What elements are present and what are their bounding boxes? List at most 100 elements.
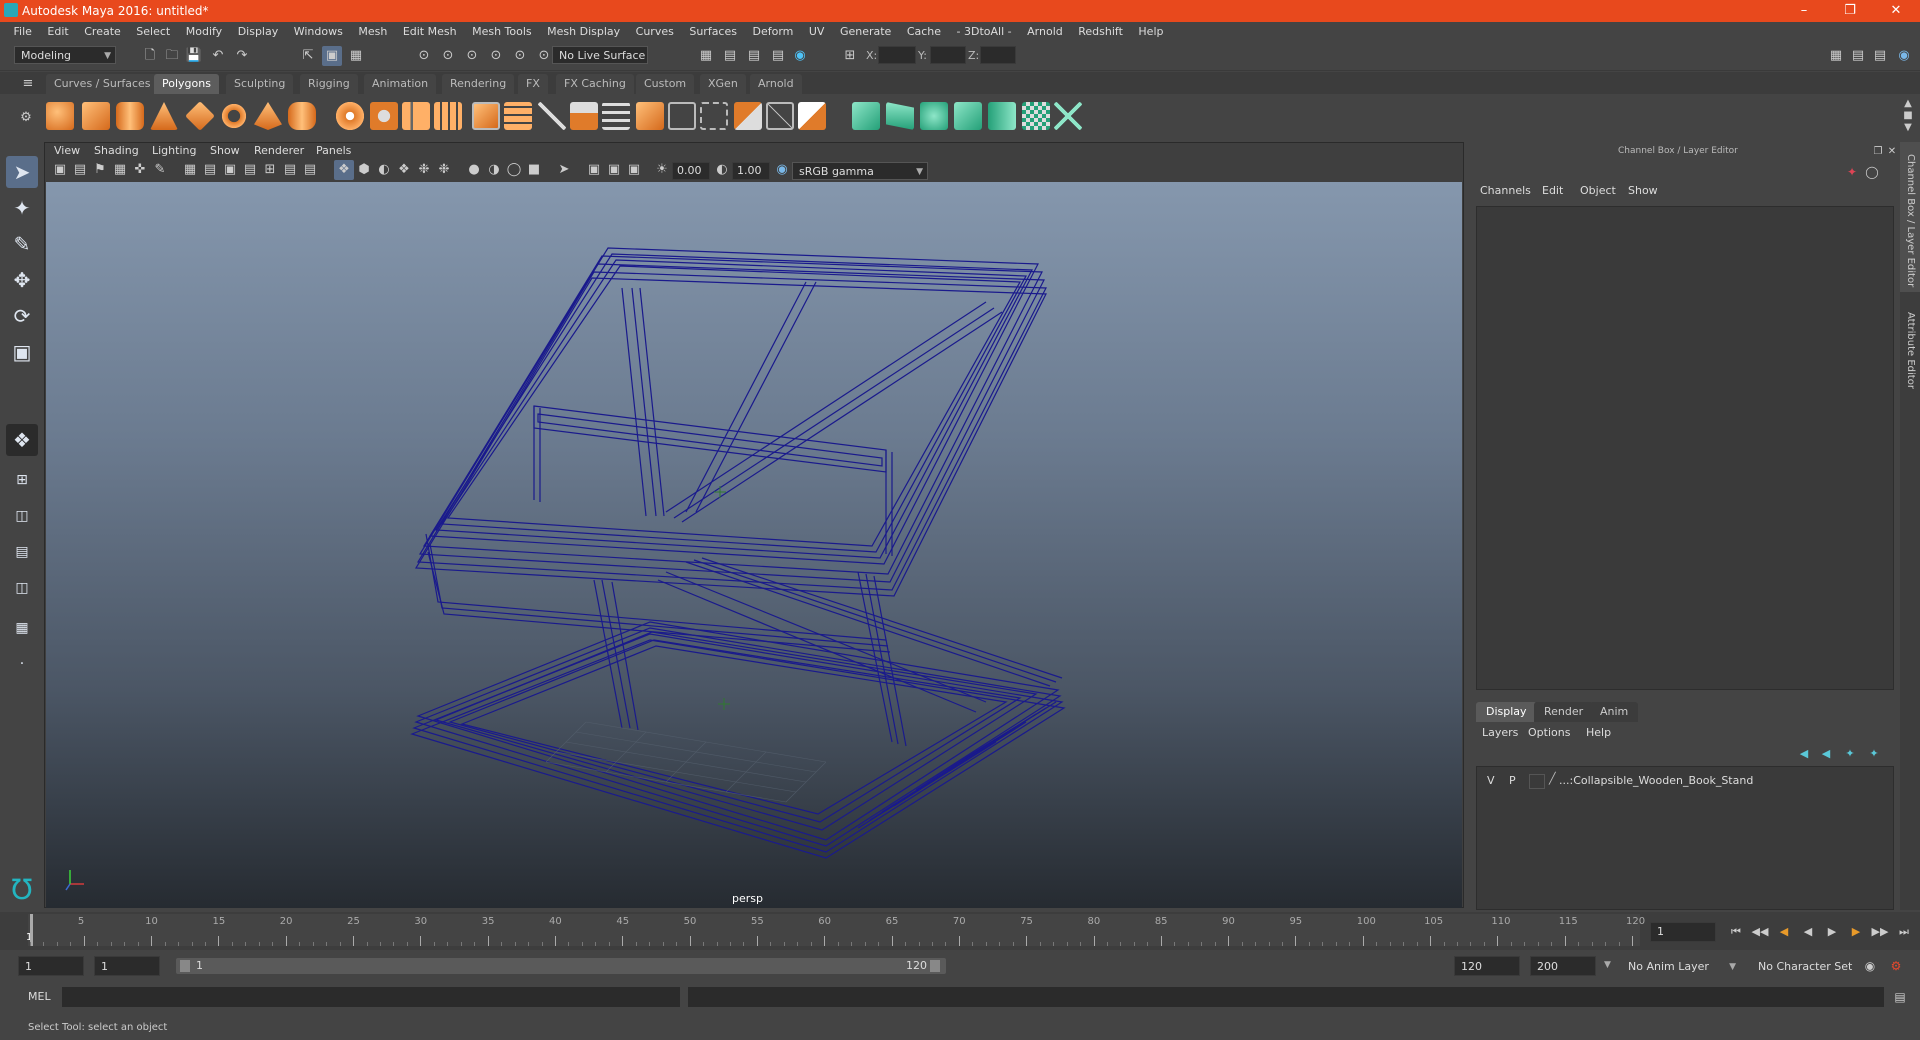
new-scene-icon[interactable]: 🗋: [140, 46, 160, 66]
move-layer-up-icon[interactable]: ◀: [1794, 744, 1814, 764]
tab-render[interactable]: Render: [1534, 702, 1594, 722]
render-frame-icon[interactable]: ▤: [720, 46, 740, 66]
script-language-label[interactable]: MEL: [28, 990, 51, 1003]
poly-torus-icon[interactable]: [220, 102, 248, 130]
uv-automatic-icon[interactable]: [954, 102, 982, 130]
view-transform-dropdown[interactable]: sRGB gamma ▼: [792, 162, 928, 180]
lasso-tool-icon[interactable]: ✦: [6, 192, 38, 224]
step-back-frame-icon[interactable]: ◀◀: [1750, 922, 1770, 942]
perspective-viewport[interactable]: [46, 182, 1462, 908]
select-hierarchy-icon[interactable]: ⇱: [298, 46, 318, 66]
save-scene-icon[interactable]: 💾: [184, 46, 204, 66]
current-frame-field[interactable]: 1: [1650, 922, 1716, 942]
shelf-menu-icon[interactable]: ≡: [18, 74, 38, 94]
attribute-editor-toggle-icon[interactable]: ▤: [1848, 46, 1868, 66]
tab-animation[interactable]: Animation: [364, 74, 437, 94]
modeling-toolkit-icon[interactable]: ▦: [1826, 46, 1846, 66]
persp-outliner-layout-icon[interactable]: ◫: [6, 500, 38, 532]
show-menu[interactable]: Show: [1628, 184, 1658, 197]
poly-pipe-icon[interactable]: [288, 102, 316, 130]
menu-arnold[interactable]: Arnold: [1021, 22, 1069, 42]
field-chart-icon[interactable]: ⊞: [260, 160, 280, 180]
multi-cut-icon[interactable]: [538, 102, 566, 130]
camera-attributes-icon[interactable]: ▤: [70, 160, 90, 180]
uv-unfold-icon[interactable]: [988, 102, 1016, 130]
channel-box-toggle-icon[interactable]: ◉: [1894, 46, 1914, 66]
two-d-pan-zoom-icon[interactable]: ✜: [130, 160, 150, 180]
animation-preferences-icon[interactable]: ⚙: [1886, 956, 1906, 976]
playback-end-field[interactable]: 120: [1454, 956, 1520, 976]
tab-fx[interactable]: FX: [518, 74, 548, 94]
wireframe-icon[interactable]: ❖: [334, 160, 354, 180]
chevron-down-icon[interactable]: ▼: [1604, 960, 1611, 970]
uv-cylindrical-icon[interactable]: [886, 102, 914, 130]
play-backward-icon[interactable]: ◀: [1798, 922, 1818, 942]
uv-spherical-icon[interactable]: [920, 102, 948, 130]
bridge-icon[interactable]: [504, 102, 532, 130]
snap-surface-icon[interactable]: ⊙: [510, 46, 530, 66]
shelf-scroll-down-icon[interactable]: ▼: [1898, 118, 1918, 138]
go-to-end-icon[interactable]: ⏭: [1894, 922, 1914, 942]
poly-plane-icon[interactable]: [185, 101, 215, 131]
smooth-shade-icon[interactable]: ⬢: [354, 160, 374, 180]
multisample-aa-icon[interactable]: ◯: [504, 160, 524, 180]
safe-action-icon[interactable]: ▤: [280, 160, 300, 180]
persp-hypergraph-layout-icon[interactable]: ◫: [6, 572, 38, 604]
viewport-menu-view[interactable]: View: [54, 144, 80, 157]
poly-cone-icon[interactable]: [150, 102, 178, 130]
range-start-handle[interactable]: [180, 960, 190, 972]
resolution-gate-icon[interactable]: ▣: [220, 160, 240, 180]
close-panel-icon[interactable]: ✕: [1882, 142, 1902, 162]
open-scene-icon[interactable]: 🗀: [162, 46, 182, 66]
grease-pencil-icon[interactable]: ✎: [150, 160, 170, 180]
boolean-icon[interactable]: [798, 102, 826, 130]
symmetry-icon[interactable]: ⊞: [840, 46, 860, 66]
menu-mesh-tools[interactable]: Mesh Tools: [466, 22, 538, 42]
textured-icon[interactable]: ❖: [394, 160, 414, 180]
render-view-icon[interactable]: ▤: [768, 46, 788, 66]
snap-curve-icon[interactable]: ⊙: [438, 46, 458, 66]
gamma-icon[interactable]: ◐: [712, 160, 732, 180]
menu-display[interactable]: Display: [232, 22, 285, 42]
move-tool-icon[interactable]: ✥: [6, 264, 38, 296]
channel-box-area[interactable]: [1476, 206, 1894, 690]
new-layer-selected-icon[interactable]: ✦: [1864, 744, 1884, 764]
layer-color-swatch[interactable]: [1529, 774, 1545, 789]
menu-redshift[interactable]: Redshift: [1072, 22, 1129, 42]
tab-anim[interactable]: Anim: [1590, 702, 1639, 722]
offset-edge-loop-icon[interactable]: [700, 102, 728, 130]
range-end-handle[interactable]: [930, 960, 940, 972]
options-menu[interactable]: Options: [1528, 726, 1570, 739]
tab-rigging[interactable]: Rigging: [300, 74, 358, 94]
menu-create[interactable]: Create: [78, 22, 127, 42]
playback-start-field[interactable]: 1: [94, 956, 160, 976]
snap-point-icon[interactable]: ⊙: [462, 46, 482, 66]
ipr-render-icon[interactable]: ▤: [744, 46, 764, 66]
layer-playback-toggle[interactable]: P: [1509, 774, 1516, 787]
tab-arnold[interactable]: Arnold: [750, 74, 802, 94]
uv-checker-icon[interactable]: [1022, 102, 1050, 130]
character-set-dropdown[interactable]: No Character Set: [1752, 958, 1870, 976]
insert-edge-loop-icon[interactable]: [668, 102, 696, 130]
layer-visibility-toggle[interactable]: V: [1487, 774, 1495, 787]
poly-cylinder-icon[interactable]: [116, 102, 144, 130]
append-polygon-icon[interactable]: [602, 102, 630, 130]
step-back-key-icon[interactable]: ◀: [1774, 922, 1794, 942]
tab-sculpting[interactable]: Sculpting: [226, 74, 294, 94]
channels-menu[interactable]: Channels: [1480, 184, 1531, 197]
hypershade-icon[interactable]: ◉: [790, 46, 810, 66]
menu-mesh[interactable]: Mesh: [352, 22, 393, 42]
fill-hole-icon[interactable]: [636, 102, 664, 130]
play-forward-icon[interactable]: ▶: [1822, 922, 1842, 942]
live-surface-field[interactable]: No Live Surface: [552, 46, 648, 64]
menu-surfaces[interactable]: Surfaces: [683, 22, 743, 42]
uv-cut-sew-icon[interactable]: [1054, 102, 1082, 130]
make-live-icon[interactable]: ⊙: [534, 46, 554, 66]
x-field[interactable]: [878, 46, 916, 64]
layers-menu[interactable]: Layers: [1482, 726, 1518, 739]
tool-settings-toggle-icon[interactable]: ▤: [1870, 46, 1890, 66]
menu-generate[interactable]: Generate: [834, 22, 897, 42]
menu-cache[interactable]: Cache: [901, 22, 947, 42]
persp-graph-layout-icon[interactable]: ▤: [6, 536, 38, 568]
minimize-button[interactable]: –: [1782, 0, 1826, 22]
